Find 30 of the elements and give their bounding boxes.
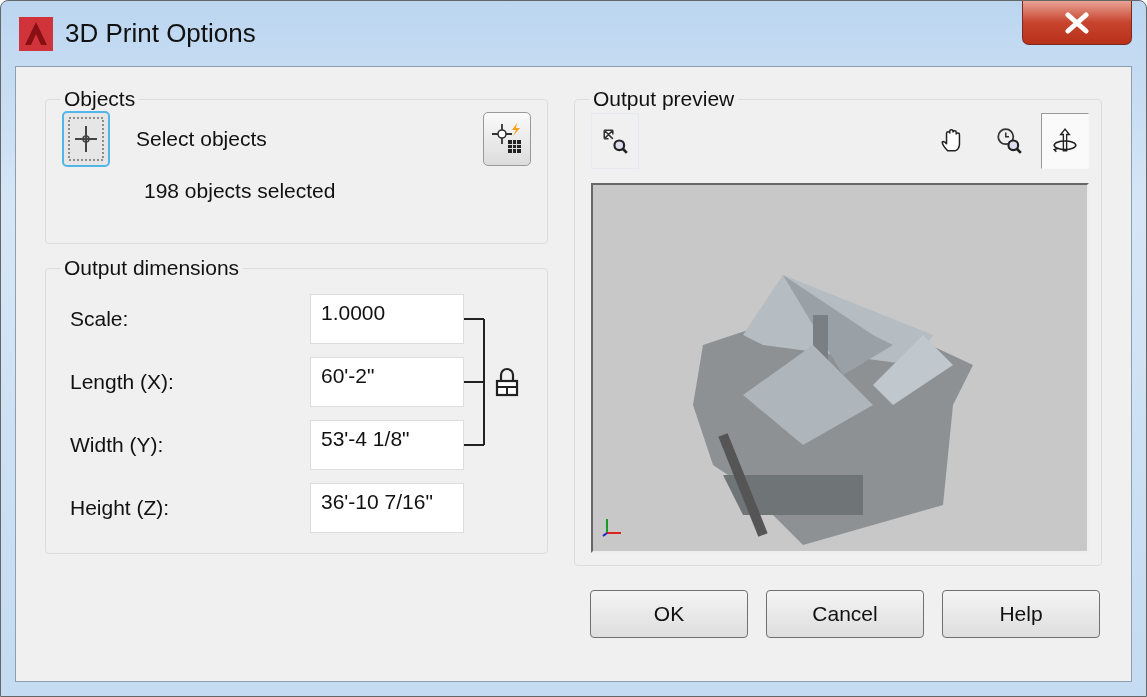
group-title: Output dimensions	[63, 256, 241, 280]
field-label: Length (X):	[70, 370, 175, 394]
clock-magnifier-icon	[995, 127, 1023, 155]
dialog-button[interactable]: Cancel	[766, 590, 924, 638]
group-title: Objects	[63, 87, 137, 111]
close-button[interactable]	[1022, 1, 1132, 45]
group-title: Output preview	[592, 87, 736, 111]
zoom-extents-button[interactable]	[591, 113, 639, 169]
input-field[interactable]: 1.0000	[310, 294, 464, 344]
app-logo-icon	[19, 16, 53, 51]
quick-select-button[interactable]	[483, 112, 531, 166]
select-objects-button[interactable]	[62, 111, 110, 167]
dialog-button[interactable]: Help	[942, 590, 1100, 638]
window-title: 3D Print Options	[65, 18, 256, 49]
quick-select-icon	[490, 122, 524, 156]
orbit-button[interactable]	[1041, 113, 1089, 169]
orbit-icon	[1051, 127, 1079, 155]
close-icon	[1064, 11, 1090, 34]
dialog-button[interactable]: OK	[590, 590, 748, 638]
field-label: Scale:	[70, 307, 130, 331]
input-field[interactable]: 53'-4 1/8"	[310, 420, 464, 470]
zoom-extents-icon	[601, 127, 629, 155]
input-field[interactable]: 60'-2"	[310, 357, 464, 407]
lock-icon[interactable]	[494, 367, 520, 397]
select-objects-label: Select objects	[136, 127, 268, 151]
crosshair-icon	[67, 116, 105, 162]
field-label: Height (Z):	[70, 496, 171, 520]
selection-count: 198 objects selected	[144, 179, 337, 203]
field-label: Width (Y):	[70, 433, 165, 457]
input-field[interactable]: 36'-10 7/16"	[310, 483, 464, 533]
